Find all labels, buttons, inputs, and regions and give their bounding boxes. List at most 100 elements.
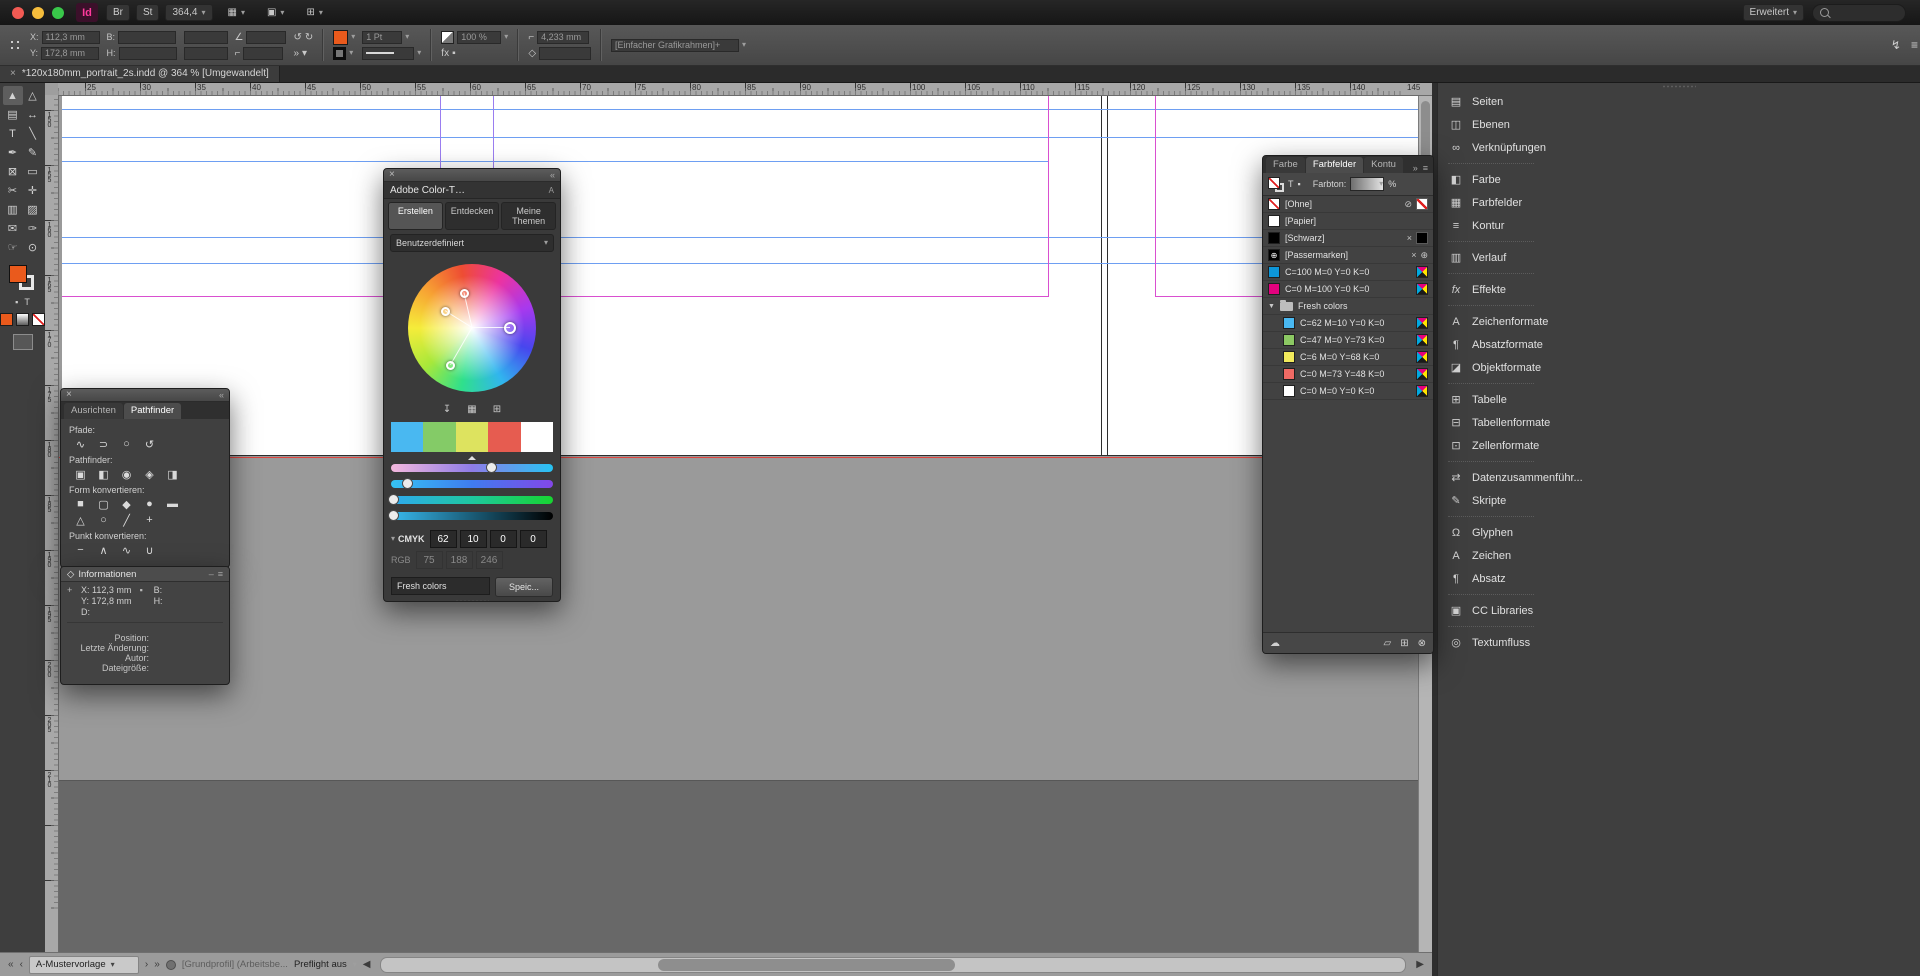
color-wheel-marker[interactable] — [441, 307, 450, 316]
corner-point-button[interactable]: ∧ — [92, 542, 115, 558]
line-tool[interactable]: ╲ — [23, 124, 43, 143]
dock-item-zeichenformate[interactable]: AZeichenformate — [1438, 310, 1920, 333]
color-wheel-marker[interactable] — [504, 322, 516, 334]
dock-item-farbe[interactable]: ◧Farbe — [1438, 168, 1920, 191]
ruler-guide-horizontal[interactable] — [62, 161, 1048, 162]
swatch-row[interactable]: [Ohne]⊘ — [1263, 196, 1433, 213]
panel-resize-grip[interactable] — [384, 597, 560, 602]
minimize-icon[interactable]: – — [209, 569, 214, 579]
theme-swatch[interactable] — [456, 422, 488, 452]
convert-orthogonal-line-button[interactable]: + — [138, 512, 161, 528]
convert-ellipse-button[interactable]: ● — [138, 496, 161, 512]
stroke-color-swatch[interactable] — [333, 47, 346, 60]
workspace-switcher[interactable]: Erweitert ▾ — [1743, 4, 1804, 21]
panel-titlebar[interactable]: × « — [61, 389, 229, 402]
scissors-tool[interactable]: ✂ — [3, 181, 23, 200]
apply-none-button[interactable] — [32, 313, 45, 326]
tab-farbfelder[interactable]: Farbfelder — [1306, 157, 1363, 173]
smooth-point-button[interactable]: ∿ — [115, 542, 138, 558]
convert-line-button[interactable]: ╱ — [115, 512, 138, 528]
ruler-guide-horizontal[interactable] — [62, 109, 1419, 110]
apply-gradient-button[interactable] — [16, 313, 29, 326]
magenta-slider[interactable] — [391, 476, 553, 492]
dock-item-absatzformate[interactable]: ¶Absatzformate — [1438, 333, 1920, 356]
panel-tab-strip[interactable]: Adobe Color-T… A — [384, 182, 560, 199]
object-style-select[interactable]: [Einfacher Grafikrahmen]+ — [611, 39, 739, 52]
swatch-row[interactable]: C=47 M=0 Y=73 K=0 — [1263, 332, 1433, 349]
swatch-row[interactable]: [Papier] — [1263, 213, 1433, 230]
dock-item-objektformate[interactable]: ◪Objektformate — [1438, 356, 1920, 379]
height-field[interactable] — [119, 47, 177, 60]
theme-swatch[interactable] — [521, 422, 553, 452]
tab-farbe[interactable]: Farbe — [1266, 157, 1305, 173]
dock-item-textumfluss[interactable]: ◎Textumfluss — [1438, 631, 1920, 654]
convert-polygon-button[interactable]: ○ — [92, 512, 115, 528]
close-path-button[interactable]: ○ — [115, 436, 138, 452]
hand-tool[interactable]: ☞ — [3, 238, 23, 257]
color-wheel-marker[interactable] — [446, 361, 455, 370]
pen-tool[interactable]: ✒ — [3, 143, 23, 162]
subtract-button[interactable]: ◧ — [92, 466, 115, 482]
panel-disclosure-icon[interactable]: ◇ — [67, 569, 74, 580]
dock-item-kontur[interactable]: ≡Kontur — [1438, 214, 1920, 237]
scroll-left-button[interactable]: ◀ — [363, 960, 371, 970]
theme-swatch[interactable] — [488, 422, 520, 452]
swatch-row[interactable]: C=6 M=0 Y=68 K=0 — [1263, 349, 1433, 366]
window-minimize-button[interactable] — [32, 7, 44, 19]
ruler-origin[interactable] — [45, 82, 59, 96]
quick-apply-icon[interactable]: ↯ — [1891, 38, 1901, 52]
next-page-button[interactable]: › — [145, 960, 148, 970]
theme-name-input[interactable]: Fresh colors — [391, 577, 490, 595]
dock-item-tabellenformate[interactable]: ⊟Tabellenformate — [1438, 411, 1920, 434]
swatch-row[interactable]: ⊕[Passermarken]×⊕ — [1263, 247, 1433, 264]
convert-bevel-button[interactable]: ◆ — [115, 496, 138, 512]
yellow-slider[interactable] — [391, 492, 553, 508]
cc-libraries-sync-icon[interactable]: ☁ — [1270, 638, 1280, 649]
gradient-tool[interactable]: ▥ — [3, 200, 23, 219]
swatch-row[interactable]: C=0 M=100 Y=0 K=0 — [1263, 281, 1433, 298]
new-color-group-icon[interactable]: ▱ — [1384, 638, 1392, 649]
preflight-menu-icon[interactable]: ▾ — [353, 961, 357, 969]
view-options-button[interactable]: ▦ ▾ — [221, 4, 252, 21]
panel-menu-icon[interactable]: ≡ — [1911, 38, 1918, 52]
bridge-button[interactable]: Br — [106, 4, 130, 21]
zoom-tool[interactable]: ⊙ — [23, 238, 43, 257]
convert-bar-button[interactable]: ▬ — [161, 496, 184, 512]
panel-titlebar[interactable]: ◇ Informationen – ≡ — [61, 567, 229, 582]
document-tab[interactable]: × *120x180mm_portrait_2s.indd @ 364 % [U… — [0, 65, 280, 82]
dock-item-effekte[interactable]: fxEffekte — [1438, 278, 1920, 301]
gradient-feather-tool[interactable]: ▨ — [23, 200, 43, 219]
window-zoom-button[interactable] — [52, 7, 64, 19]
delete-swatch-icon[interactable]: ⊗ — [1418, 638, 1426, 649]
direct-selection-tool[interactable]: △ — [23, 86, 43, 105]
free-transform-tool[interactable]: ✛ — [23, 181, 43, 200]
dock-item-glyphen[interactable]: ΩGlyphen — [1438, 521, 1920, 544]
stock-button[interactable]: St — [136, 4, 159, 21]
color-rule-select[interactable]: Benutzerdefiniert ▾ — [390, 234, 554, 252]
dock-item-verlauf[interactable]: ▥Verlauf — [1438, 246, 1920, 269]
page-tool[interactable]: ▤ — [3, 105, 23, 124]
type-tool[interactable]: T — [3, 124, 23, 143]
formatting-affects-text-icon[interactable]: T — [24, 297, 30, 307]
previous-page-button[interactable]: ‹ — [20, 960, 23, 970]
close-icon[interactable]: × — [10, 68, 16, 79]
swatch-row[interactable]: ▼Fresh colors — [1263, 298, 1433, 315]
rotate-cw-icon[interactable]: ↻ — [305, 32, 313, 43]
fill-swatch[interactable] — [1268, 177, 1280, 189]
dock-item-absatz[interactable]: ¶Absatz — [1438, 567, 1920, 590]
rectangle-tool[interactable]: ▭ — [23, 162, 43, 181]
dock-item-datenzusammenf-hr[interactable]: ⇄Datenzusammenführ... — [1438, 466, 1920, 489]
corner-radius-field[interactable]: 4,233 mm — [537, 31, 589, 44]
black-slider[interactable] — [391, 508, 553, 524]
arrange-documents-button[interactable]: ⊞ ▾ — [299, 4, 329, 21]
rotate-ccw-icon[interactable]: ↺ — [293, 32, 301, 43]
gap-tool[interactable]: ↔ — [23, 105, 43, 124]
theme-swatch[interactable] — [391, 422, 423, 452]
swatch-row[interactable]: C=100 M=0 Y=0 K=0 — [1263, 264, 1433, 281]
page-spread[interactable] — [62, 95, 1419, 455]
fill-swatch[interactable] — [9, 265, 27, 283]
open-path-button[interactable]: ⊃ — [92, 436, 115, 452]
panel-titlebar[interactable]: × « — [384, 169, 560, 182]
dock-item-verkn-pfungen[interactable]: ∞Verknüpfungen — [1438, 136, 1920, 159]
note-tool[interactable]: ✉ — [3, 219, 23, 238]
